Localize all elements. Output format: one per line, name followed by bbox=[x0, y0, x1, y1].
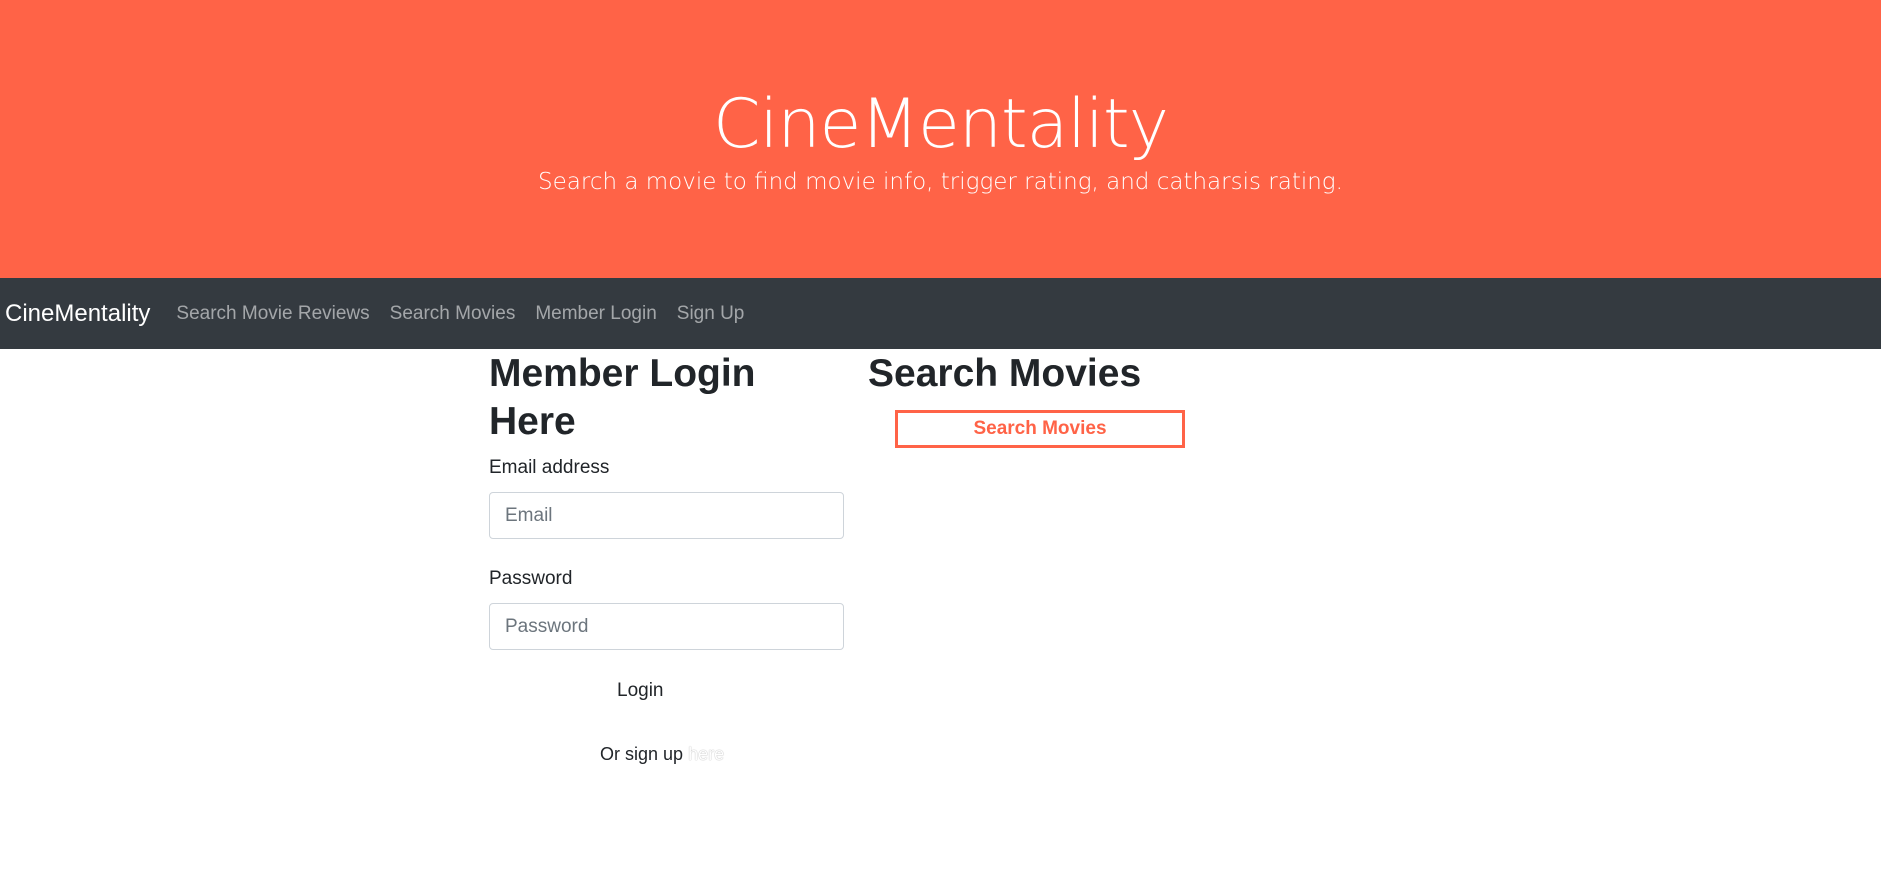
hero-banner: CineMentality Search a movie to find mov… bbox=[0, 0, 1881, 278]
search-movies-button[interactable]: Search Movies bbox=[895, 410, 1185, 448]
signup-prompt: Or sign up here bbox=[600, 744, 844, 765]
search-heading: Search Movies bbox=[868, 352, 1142, 395]
password-field[interactable] bbox=[489, 603, 844, 650]
hero-title: CineMentality bbox=[713, 85, 1169, 164]
member-login-section: Member Login Here Email address Password… bbox=[489, 350, 844, 765]
nav-link-search-movies[interactable]: Search Movies bbox=[390, 302, 516, 326]
hero-subtitle: Search a movie to find movie info, trigg… bbox=[538, 169, 1343, 195]
navbar-brand[interactable]: CineMentality bbox=[5, 299, 150, 329]
signup-prefix: Or sign up bbox=[600, 744, 684, 764]
nav-link-search-movie-reviews[interactable]: Search Movie Reviews bbox=[176, 302, 369, 326]
email-label: Email address bbox=[489, 457, 610, 478]
nav-link-member-login[interactable]: Member Login bbox=[535, 302, 656, 326]
top-navbar: CineMentality Search Movie Reviews Searc… bbox=[0, 278, 1881, 349]
password-label: Password bbox=[489, 568, 573, 589]
signup-here-link[interactable]: here bbox=[688, 744, 724, 764]
nav-link-sign-up[interactable]: Sign Up bbox=[677, 302, 745, 326]
email-field[interactable] bbox=[489, 492, 844, 539]
login-heading: Member Login Here bbox=[489, 352, 756, 443]
search-movies-section: Search Movies Search Movies bbox=[868, 350, 1198, 448]
login-button[interactable]: Login bbox=[617, 680, 664, 702]
